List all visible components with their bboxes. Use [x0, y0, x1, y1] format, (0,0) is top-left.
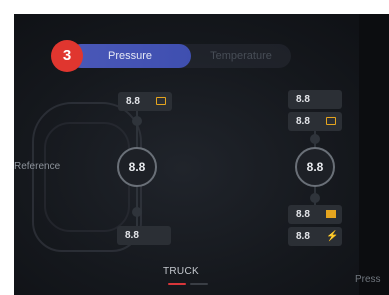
rear-tire-pressure-1[interactable]: 8.8	[288, 90, 342, 109]
tire-card-warning-icon	[326, 117, 336, 125]
temperature-warning-icon: ⚡	[326, 231, 339, 242]
truck-outline-inner	[44, 122, 130, 232]
tire-solid-warning-icon	[326, 210, 336, 218]
tab-pressure[interactable]: Pressure	[69, 44, 191, 68]
page-indicator-active	[168, 283, 186, 285]
front-axle-hub[interactable]: 8.8	[117, 147, 157, 187]
side-panel-edge	[359, 14, 389, 295]
front-top-tire-pressure[interactable]: 8.8	[118, 92, 172, 111]
rear-axle-joint	[310, 193, 320, 203]
pressure-label-cut: Press	[355, 274, 381, 285]
vehicle-label: TRUCK	[163, 266, 199, 277]
rear-tire-pressure-4[interactable]: 8.8 ⚡	[288, 227, 342, 246]
tire-value: 8.8	[126, 96, 140, 107]
front-bottom-tire-pressure[interactable]: 8.8	[117, 226, 171, 245]
rear-axle-joint	[310, 134, 320, 144]
tire-value: 8.8	[296, 209, 310, 220]
tire-card-warning-icon	[156, 97, 166, 105]
page-indicator	[190, 283, 208, 285]
tire-value: 8.8	[125, 230, 139, 241]
front-axle-joint	[132, 116, 142, 126]
tire-value: 8.8	[296, 94, 310, 105]
tire-value: 8.8	[296, 231, 310, 242]
tire-value: 8.8	[296, 116, 310, 127]
front-axle-joint	[132, 207, 142, 217]
reference-label: Reference	[14, 161, 61, 172]
rear-tire-pressure-3[interactable]: 8.8	[288, 205, 342, 224]
rear-tire-pressure-2[interactable]: 8.8	[288, 112, 342, 131]
rear-axle-hub[interactable]: 8.8	[295, 147, 335, 187]
tab-bar: Pressure Temperature	[69, 44, 291, 68]
step-badge: 3	[51, 40, 83, 72]
tab-temperature[interactable]: Temperature	[191, 44, 291, 68]
